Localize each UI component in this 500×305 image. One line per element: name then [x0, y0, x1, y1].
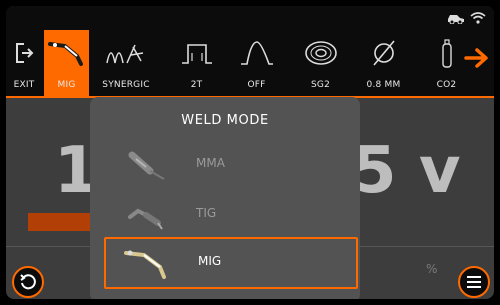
mode-tig-label: TIG	[196, 206, 217, 220]
undo-icon	[20, 274, 36, 290]
wifi-icon	[470, 12, 486, 24]
tool-gas[interactable]: CO2	[424, 30, 469, 96]
tool-exit[interactable]: EXIT	[6, 30, 42, 96]
tool-wire-type-label: SG2	[310, 80, 330, 90]
parameter-toolbar: EXIT MIG SYNERGIC 2T OFF SG2 0.8 MM CO2	[6, 30, 494, 98]
trigger-2t-icon	[174, 36, 219, 70]
mode-mma-label: MMA	[196, 156, 225, 170]
mma-electrode-icon	[128, 151, 165, 180]
tool-wire-diameter-label: 0.8 MM	[366, 80, 401, 90]
mig-torch-icon	[44, 36, 89, 70]
tool-synergic-label: SYNERGIC	[102, 80, 150, 90]
back-button[interactable]	[12, 266, 44, 298]
dialog-title: WELD MODE	[181, 113, 269, 128]
device-screen: EXIT MIG SYNERGIC 2T OFF SG2 0.8 MM CO2 …	[6, 6, 494, 299]
slope-icon	[234, 36, 279, 70]
tool-process-label: MIG	[57, 80, 76, 90]
weld-mode-dialog: WELD MODE MMA TIG MIG	[90, 97, 360, 299]
arrow-right-icon[interactable]	[464, 46, 490, 70]
menu-icon	[467, 276, 481, 288]
mode-option-tig[interactable]: TIG	[104, 191, 354, 239]
tool-trigger-mode[interactable]: 2T	[174, 30, 219, 96]
background-percent: %	[426, 262, 438, 276]
mode-mig-label: MIG	[198, 254, 222, 268]
tool-wire-diameter[interactable]: 0.8 MM	[361, 30, 406, 96]
tool-slope-label: OFF	[247, 80, 266, 90]
status-bar	[6, 6, 494, 30]
exit-icon	[6, 36, 42, 70]
diameter-icon	[361, 36, 406, 70]
mode-option-mig[interactable]: MIG	[104, 237, 358, 289]
status-icons	[447, 11, 486, 24]
tool-process-mig[interactable]: MIG	[44, 30, 89, 96]
wire-spool-icon	[298, 36, 343, 70]
menu-button[interactable]	[458, 266, 490, 298]
tool-gas-label: CO2	[436, 80, 457, 90]
synergic-icon	[98, 36, 154, 70]
mig-torch-icon	[124, 250, 166, 279]
tig-torch-icon	[128, 208, 163, 230]
mode-option-mma[interactable]: MMA	[104, 141, 354, 189]
vehicle-icon	[448, 15, 464, 24]
tool-synergic[interactable]: SYNERGIC	[98, 30, 154, 96]
tool-wire-type[interactable]: SG2	[298, 30, 343, 96]
background-value-right: 5 v	[352, 134, 461, 208]
tool-trigger-label: 2T	[190, 80, 203, 90]
gas-cylinder-icon	[424, 36, 469, 70]
tool-slope[interactable]: OFF	[234, 30, 279, 96]
